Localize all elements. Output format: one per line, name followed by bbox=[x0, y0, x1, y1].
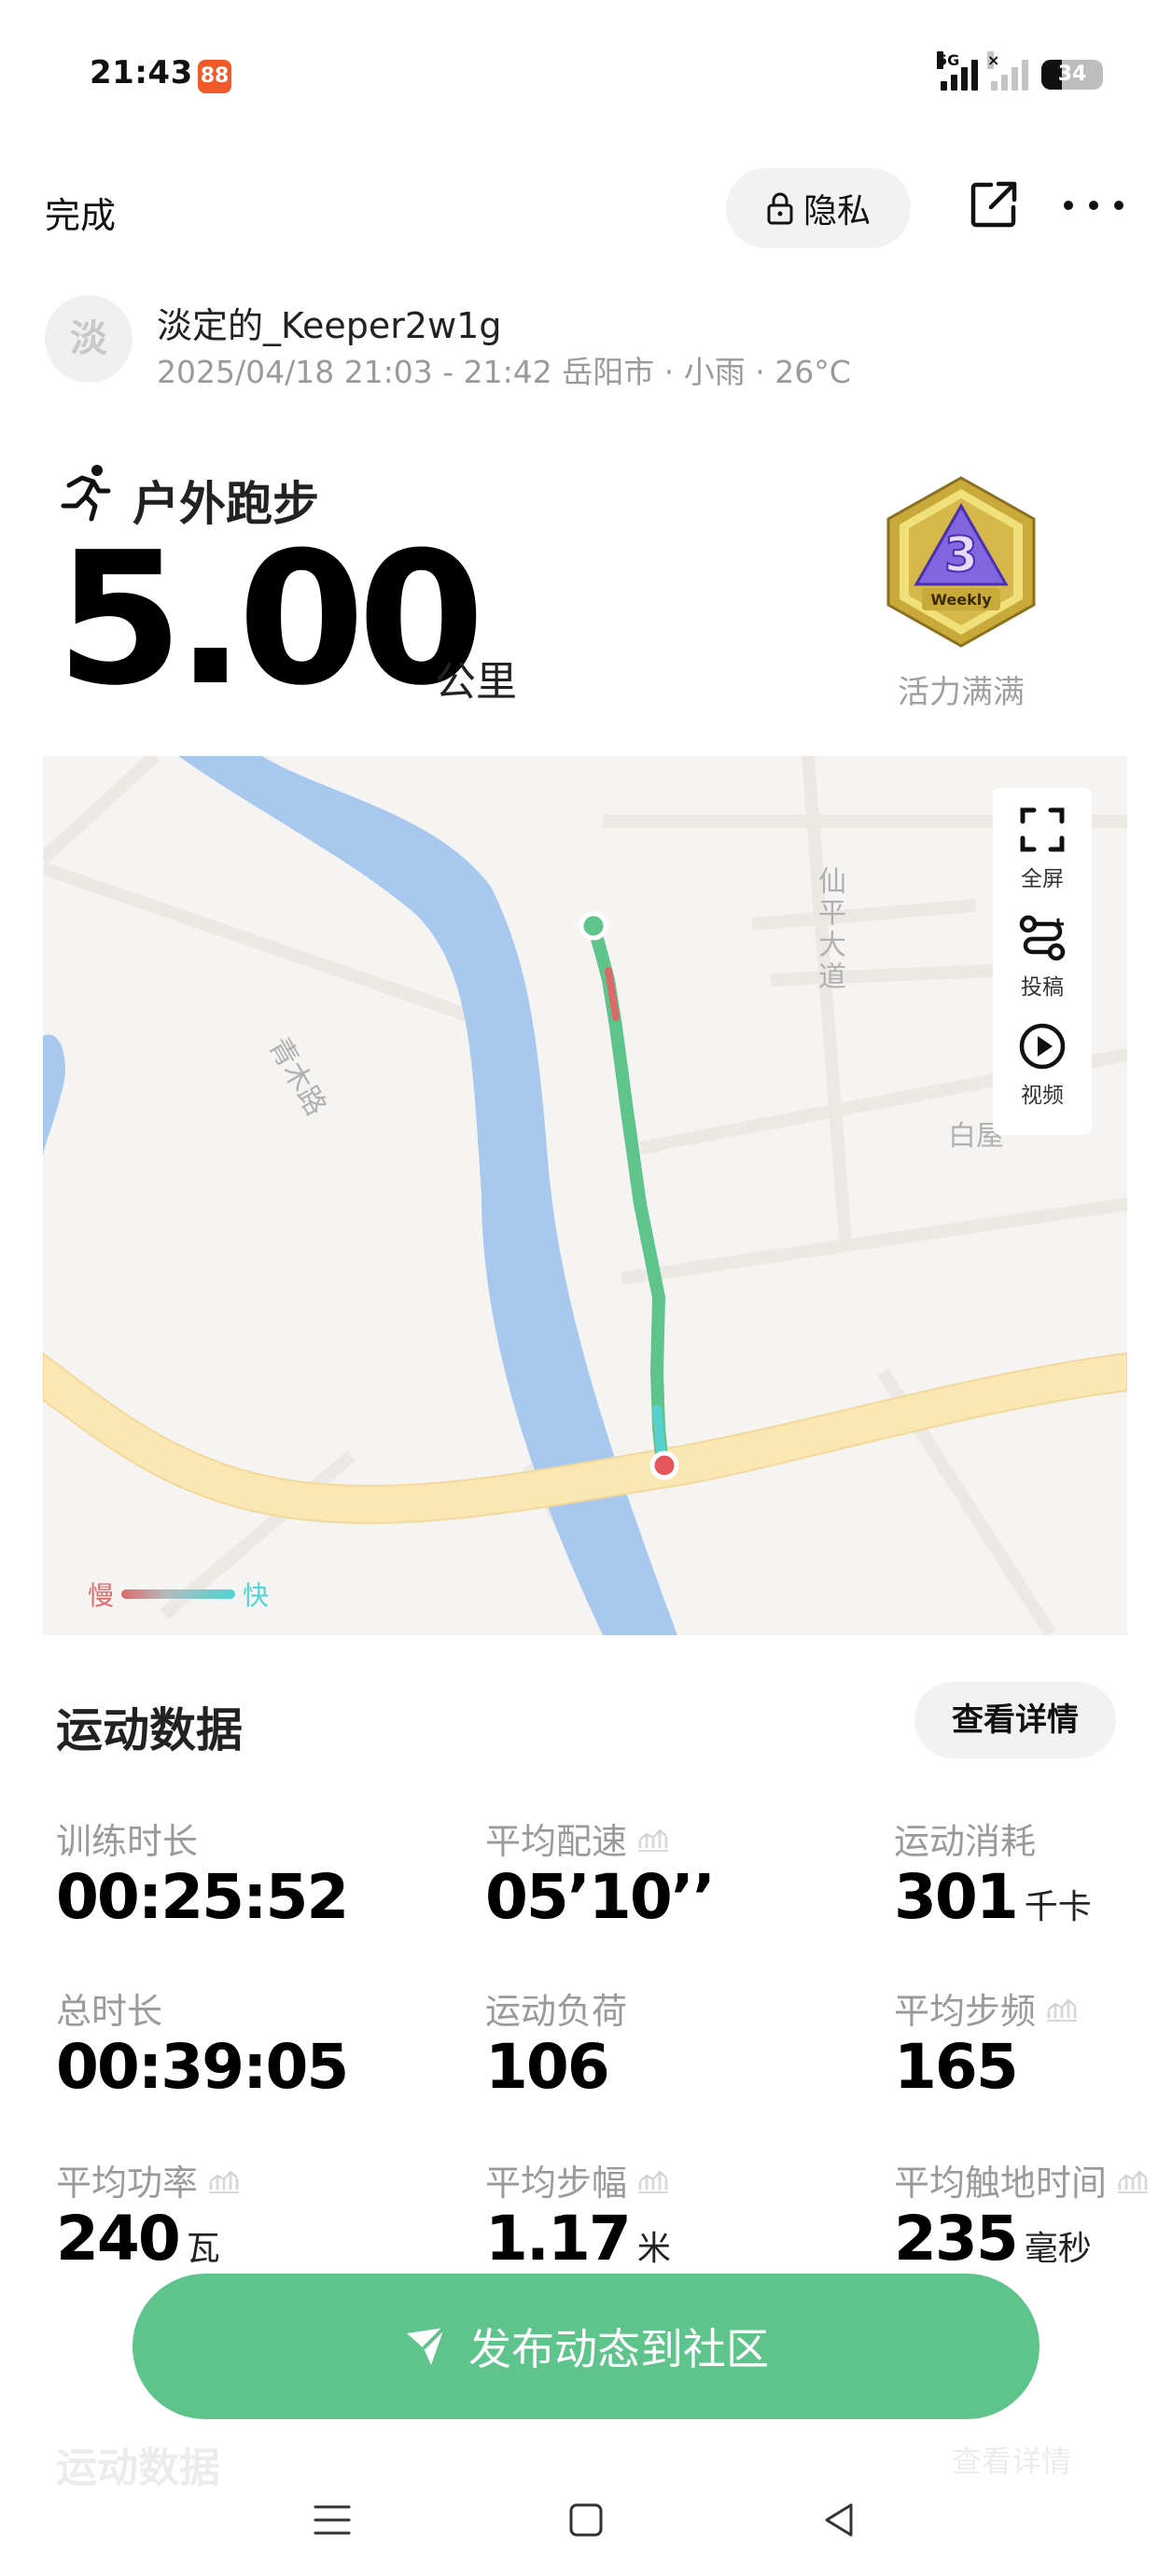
stat-value-number: 1.17 bbox=[485, 2203, 632, 2275]
network-type-label: 5G bbox=[937, 51, 960, 69]
stat-value: 301 千卡 bbox=[894, 1861, 1092, 1933]
weekly-medal-icon[interactable]: 3 Weekly bbox=[881, 474, 1041, 651]
stat-value: 235 毫秒 bbox=[894, 2203, 1092, 2275]
section-title: 运动数据 bbox=[56, 1703, 243, 1757]
fullscreen-label: 全屏 bbox=[1021, 867, 1064, 891]
legend-fast-label: 快 bbox=[243, 1580, 270, 1611]
stat-label: 运动消耗 bbox=[894, 1813, 1036, 1864]
route-icon bbox=[1019, 915, 1066, 961]
fullscreen-button[interactable]: 全屏 bbox=[993, 805, 1092, 913]
publish-label: 发布动态到社区 bbox=[468, 2324, 769, 2374]
stat-label: 平均配速 bbox=[485, 1813, 670, 1864]
badge-label: 活力满满 bbox=[898, 674, 1025, 711]
fullscreen-icon bbox=[1020, 807, 1065, 852]
stat-value-number: 106 bbox=[485, 2031, 610, 2103]
signal-sim2-icon: × bbox=[987, 51, 1028, 91]
battery-level: 34 bbox=[1057, 63, 1087, 86]
stat-label: 运动负荷 bbox=[485, 1982, 627, 2034]
stat-value-number: 00:25:52 bbox=[56, 1861, 349, 1933]
home-icon[interactable] bbox=[565, 2499, 607, 2541]
distance-value: 5.00 bbox=[56, 513, 485, 726]
trend-chart-icon[interactable] bbox=[1045, 1995, 1079, 2023]
distance-unit: 公里 bbox=[435, 658, 517, 706]
stat-unit: 瓦 bbox=[186, 2230, 220, 2268]
route-map[interactable]: 仙平大道 白屋 青木路 全屏 投稿 视频 慢 快 bbox=[43, 756, 1127, 1635]
stat-value-number: 301 bbox=[894, 1861, 1019, 1933]
stat-value-number: 05’10’’ bbox=[485, 1861, 716, 1933]
recent-apps-icon[interactable] bbox=[312, 2499, 353, 2541]
activity-meta: 2025/04/18 21:03 - 21:42 岳阳市 · 小雨 · 26°C bbox=[157, 354, 851, 390]
trend-chart-icon[interactable] bbox=[1116, 2166, 1150, 2194]
route-line bbox=[587, 919, 669, 1472]
play-icon bbox=[1019, 1023, 1066, 1070]
submit-route-button[interactable]: 投稿 bbox=[993, 913, 1092, 1021]
trend-chart-icon[interactable] bbox=[636, 2166, 670, 2194]
sim2-status-label: × bbox=[987, 51, 1000, 69]
system-nav-bar bbox=[0, 2464, 1172, 2576]
stat-label-text: 平均触地时间 bbox=[894, 2163, 1108, 2204]
stat-unit: 千卡 bbox=[1024, 1888, 1092, 1926]
stat-label-text: 运动消耗 bbox=[894, 1821, 1037, 1862]
stat-label: 平均功率 bbox=[56, 2154, 241, 2205]
battery-icon: 34 bbox=[1041, 60, 1103, 90]
trend-chart-icon[interactable] bbox=[636, 1825, 670, 1853]
publish-to-community-button[interactable]: 发布动态到社区 bbox=[133, 2274, 1039, 2419]
view-details-button[interactable]: 查看详情 bbox=[914, 1682, 1116, 1758]
trend-chart-icon[interactable] bbox=[207, 2166, 241, 2194]
stat-value-number: 165 bbox=[894, 2031, 1019, 2103]
stat-value: 240 瓦 bbox=[56, 2203, 220, 2275]
stat-value: 00:39:05 bbox=[56, 2031, 349, 2103]
stat-label: 平均步幅 bbox=[485, 2154, 670, 2205]
end-marker bbox=[649, 1450, 679, 1480]
avatar[interactable]: 淡 bbox=[45, 295, 133, 383]
back-icon[interactable] bbox=[819, 2499, 860, 2541]
stat-label-text: 平均功率 bbox=[56, 2163, 199, 2204]
more-options-icon[interactable] bbox=[1064, 196, 1123, 215]
status-time: 21:43 bbox=[90, 54, 193, 91]
stat-unit: 米 bbox=[636, 2230, 671, 2268]
stat-value-number: 00:39:05 bbox=[56, 2031, 349, 2103]
stat-label-text: 运动负荷 bbox=[485, 1991, 628, 2032]
stat-value-number: 240 bbox=[56, 2203, 181, 2275]
stat-label-text: 平均步频 bbox=[894, 1991, 1037, 2032]
badge-text: Weekly bbox=[930, 591, 992, 609]
stat-label-text: 总时长 bbox=[56, 1991, 163, 2032]
done-button[interactable]: 完成 bbox=[45, 187, 116, 238]
stat-label: 平均触地时间 bbox=[894, 2154, 1150, 2205]
privacy-button[interactable]: 隐私 bbox=[726, 168, 911, 248]
stat-value: 00:25:52 bbox=[56, 1861, 349, 1933]
svg-text:3: 3 bbox=[944, 527, 978, 583]
stat-label-text: 平均配速 bbox=[485, 1821, 628, 1862]
stat-label-text: 平均步幅 bbox=[485, 2163, 628, 2204]
river-small bbox=[43, 1034, 65, 1157]
submit-route-label: 投稿 bbox=[1021, 975, 1064, 1000]
stat-label: 总时长 bbox=[56, 1982, 162, 2034]
stat-value-number: 235 bbox=[894, 2203, 1019, 2275]
send-icon bbox=[407, 2326, 446, 2365]
video-label: 视频 bbox=[1021, 1084, 1064, 1108]
status-icons: 5G × 34 bbox=[937, 51, 1103, 95]
stat-label: 训练时长 bbox=[56, 1813, 198, 1864]
stat-value: 165 bbox=[894, 2031, 1019, 2103]
start-marker bbox=[579, 911, 608, 941]
privacy-label: 隐私 bbox=[802, 192, 871, 231]
notification-app-icon: 88 bbox=[198, 60, 231, 93]
map-controls: 全屏 投稿 视频 bbox=[993, 788, 1092, 1135]
username: 淡定的_Keeper2w1g bbox=[157, 305, 502, 346]
stat-label-text: 训练时长 bbox=[56, 1821, 199, 1862]
stat-label: 平均步频 bbox=[894, 1982, 1079, 2034]
map-canvas bbox=[43, 756, 1127, 1635]
stat-value: 1.17 米 bbox=[485, 2203, 671, 2275]
map-label-road: 仙平大道 bbox=[813, 866, 845, 993]
stat-value: 106 bbox=[485, 2031, 610, 2103]
video-button[interactable]: 视频 bbox=[993, 1021, 1092, 1129]
stat-unit: 毫秒 bbox=[1024, 2230, 1092, 2268]
stat-value: 05’10’’ bbox=[485, 1861, 716, 1933]
legend-slow-label: 慢 bbox=[88, 1580, 115, 1611]
lock-icon bbox=[767, 192, 793, 225]
signal-5g-icon: 5G bbox=[937, 51, 978, 91]
legend-gradient-bar bbox=[121, 1589, 236, 1599]
pace-legend: 慢 快 bbox=[88, 1575, 269, 1613]
share-icon[interactable] bbox=[969, 179, 1019, 230]
